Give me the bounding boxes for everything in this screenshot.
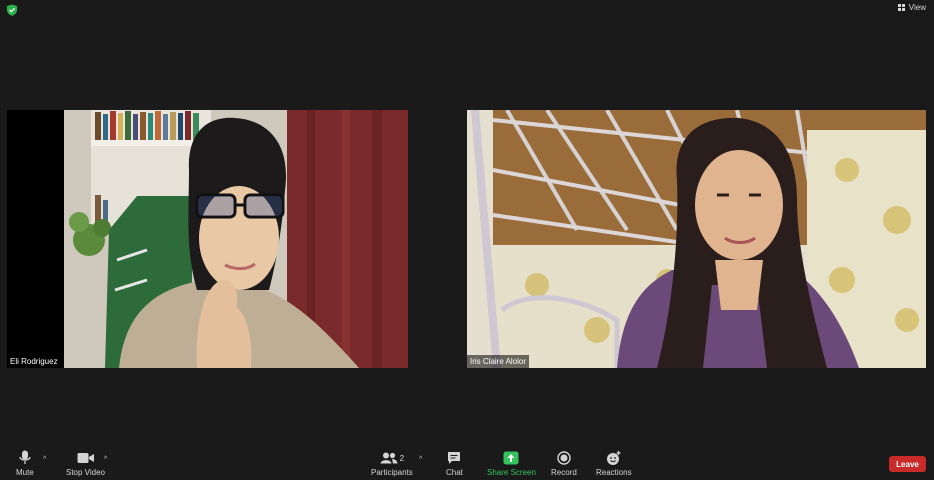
participants-count: 2 [399, 453, 405, 463]
leave-button[interactable]: Leave [889, 456, 926, 472]
grid-view-icon [897, 4, 905, 11]
participants-button[interactable]: 2 Participants [371, 448, 413, 477]
participants-label: Participants [371, 468, 413, 477]
share-screen-icon [503, 451, 519, 465]
chat-label: Chat [446, 468, 463, 477]
video-camera-icon [77, 453, 94, 463]
view-label: View [908, 3, 926, 12]
participants-options-chevron-icon[interactable]: ^ [419, 456, 422, 463]
stop-video-button[interactable]: Stop Video [66, 448, 105, 477]
chat-button[interactable]: Chat [446, 448, 463, 477]
share-screen-button[interactable]: Share Screen [487, 448, 536, 477]
chat-bubble-icon [448, 452, 461, 464]
record-icon [557, 451, 571, 465]
share-screen-label: Share Screen [487, 468, 536, 477]
record-button[interactable]: Record [551, 448, 577, 477]
mute-label: Mute [16, 468, 34, 477]
participants-icon [380, 452, 398, 464]
meeting-toolbar: Mute ^ Stop Video ^ 2 Participants ^ Cha… [0, 442, 934, 480]
mute-button[interactable]: Mute [16, 448, 34, 477]
reactions-label: Reactions [596, 468, 632, 477]
video-tile-iris[interactable]: Iris Claire Alolor [467, 110, 926, 368]
record-label: Record [551, 468, 577, 477]
encryption-shield-icon[interactable] [6, 4, 18, 16]
mute-options-chevron-icon[interactable]: ^ [43, 456, 46, 463]
microphone-icon [19, 450, 31, 464]
video-options-chevron-icon[interactable]: ^ [104, 456, 107, 463]
view-button[interactable]: View [897, 3, 926, 12]
participant-video-feed [7, 110, 408, 368]
stop-video-label: Stop Video [66, 468, 105, 477]
participant-video-feed [467, 110, 926, 368]
reactions-smiley-icon [606, 451, 621, 465]
video-tile-eli[interactable]: Eli Rodriguez [7, 110, 408, 368]
reactions-button[interactable]: Reactions [596, 448, 632, 477]
participant-name-label: Eli Rodriguez [7, 355, 61, 368]
participant-name-label: Iris Claire Alolor [467, 355, 530, 368]
